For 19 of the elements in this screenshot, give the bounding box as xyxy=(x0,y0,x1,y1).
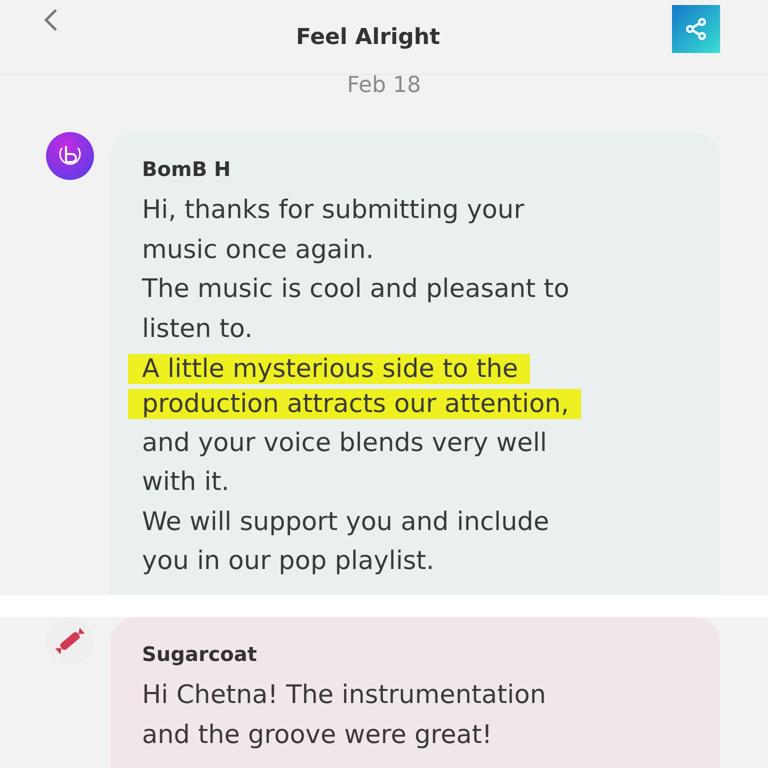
avatar-icon xyxy=(46,132,94,180)
message-text: and your voice blends very well xyxy=(142,426,547,460)
message-text: The music is cool and pleasant to xyxy=(142,273,570,306)
share-button[interactable] xyxy=(672,5,720,53)
highlighted-text: A little mysterious side to the xyxy=(128,354,530,384)
message-text: and the groove were great! xyxy=(142,718,492,752)
screen-title: Feel Alright xyxy=(296,24,440,50)
message-text: with it. xyxy=(142,466,230,499)
message-text: Hi, thanks for submitting your xyxy=(142,194,524,227)
share-icon xyxy=(684,17,707,41)
message-text: Hi Chetna! The instrumentation xyxy=(142,679,546,712)
date-label: Feb 18 xyxy=(347,74,421,98)
message-text: listen to. xyxy=(142,312,253,346)
highlighted-text: production attracts our attention, xyxy=(128,389,581,419)
message-text: music once again. xyxy=(142,234,374,266)
sender-name: BomB H xyxy=(142,157,231,181)
message-text: We will support you and include xyxy=(142,506,550,538)
message-text: you in our pop playlist. xyxy=(142,545,434,578)
sender-name: Sugarcoat xyxy=(142,642,257,666)
